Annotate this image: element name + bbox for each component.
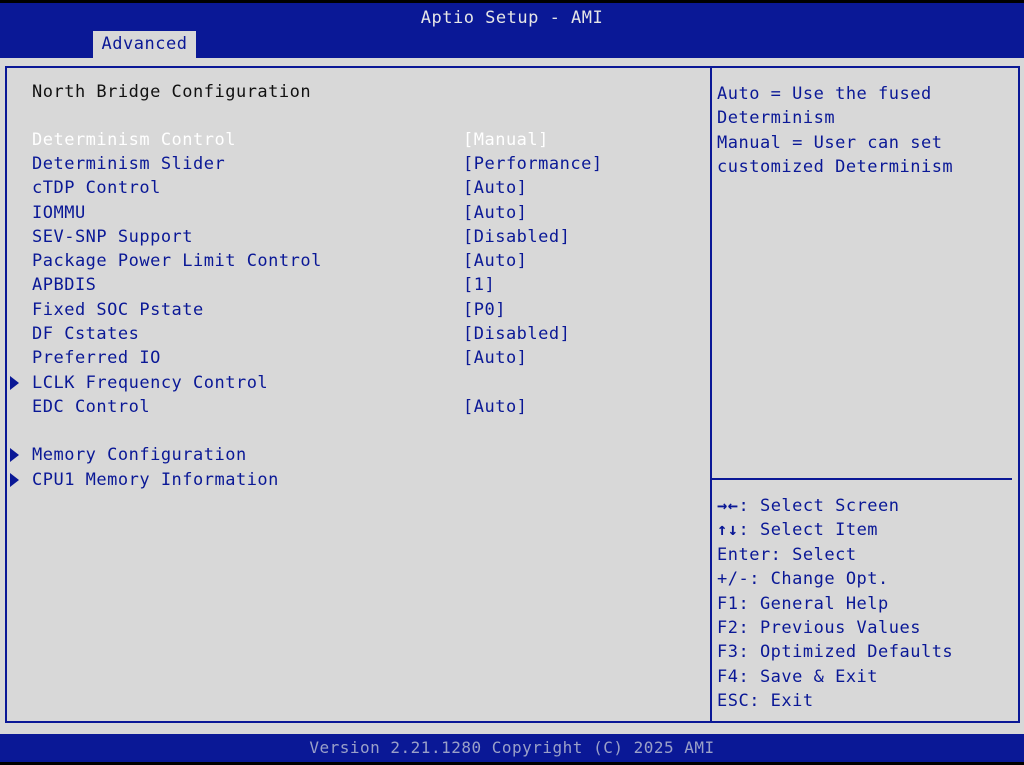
setting-value[interactable]: [Auto] [463, 348, 527, 368]
setting-value[interactable]: [Auto] [463, 178, 527, 198]
submenu-label: CPU1 Memory Information [32, 470, 279, 490]
setting-apbdis[interactable]: APBDIS [1] [0, 275, 700, 297]
key-help-f3: F3: Optimized Defaults [717, 642, 954, 663]
help-line: Determinism [717, 108, 836, 129]
key-help-f2: F2: Previous Values [717, 618, 921, 639]
key-legend: →←: Select Screen ↑↓: Select Item Enter:… [717, 494, 1012, 714]
submenu-memory-configuration[interactable]: Memory Configuration [0, 445, 700, 467]
help-line: Auto = Use the fused [717, 84, 932, 104]
setting-fixed-soc-pstate[interactable]: Fixed SOC Pstate [P0] [0, 300, 700, 322]
section-heading: North Bridge Configuration [32, 82, 312, 102]
setting-value[interactable]: [Auto] [463, 203, 527, 223]
left-right-arrows-icon: →← [717, 496, 739, 516]
setting-value[interactable]: [P0] [463, 300, 506, 320]
setting-value[interactable]: [Disabled] [463, 227, 570, 247]
setting-value[interactable]: [Auto] [463, 397, 527, 417]
setting-label: DF Cstates [32, 324, 140, 344]
setting-label: APBDIS [32, 275, 97, 295]
setting-value[interactable]: [Performance] [463, 154, 603, 174]
submenu-label: Memory Configuration [32, 445, 247, 465]
key-action: : Select Screen [738, 496, 900, 516]
setting-iommu[interactable]: IOMMU [Auto] [0, 203, 700, 225]
setting-label: EDC Control [32, 397, 151, 417]
setting-label: SEV-SNP Support [32, 227, 194, 247]
setting-label: Fixed SOC Pstate [32, 300, 204, 320]
setting-package-power-limit-control[interactable]: Package Power Limit Control [Auto] [0, 251, 700, 273]
submenu-label: LCLK Frequency Control [32, 373, 269, 393]
key-help-enter: Enter: Select [717, 544, 857, 565]
setting-edc-control[interactable]: EDC Control [Auto] [0, 397, 700, 419]
setting-label: Package Power Limit Control [32, 251, 322, 271]
setting-ctdp-control[interactable]: cTDP Control [Auto] [0, 178, 700, 200]
submenu-cpu1-memory-information[interactable]: CPU1 Memory Information [0, 470, 700, 492]
setting-value[interactable]: [Disabled] [463, 324, 570, 344]
setting-label: cTDP Control [32, 178, 161, 198]
key-help-f4: F4: Save & Exit [717, 666, 879, 687]
help-divider-horizontal [712, 478, 1012, 480]
key-help-f1: F1: General Help [717, 593, 889, 614]
version-text: Version 2.21.1280 Copyright (C) 2025 AMI [309, 738, 715, 757]
key-help-select-screen: →←: Select Screen [717, 494, 1012, 518]
submenu-arrow-icon [10, 448, 19, 462]
setting-label: IOMMU [32, 203, 86, 223]
setting-label: Determinism Control [32, 130, 236, 150]
setting-determinism-control[interactable]: Determinism Control [Manual] [0, 130, 700, 152]
submenu-arrow-icon [10, 376, 19, 390]
panel-divider-vertical [710, 66, 712, 723]
key-help-esc: ESC: Exit [717, 691, 814, 712]
submenu-lclk-frequency-control[interactable]: LCLK Frequency Control [0, 373, 700, 395]
key-action: : Select Item [738, 520, 879, 541]
setting-sev-snp-support[interactable]: SEV-SNP Support [Disabled] [0, 227, 700, 249]
help-text: Auto = Use the fused Determinism Manual … [717, 82, 1012, 180]
setting-value[interactable]: [1] [463, 275, 495, 295]
help-line: Manual = User can set [717, 132, 943, 153]
setting-label: Preferred IO [32, 348, 161, 368]
setting-value[interactable]: [Auto] [463, 251, 527, 271]
setting-df-cstates[interactable]: DF Cstates [Disabled] [0, 324, 700, 346]
setting-preferred-io[interactable]: Preferred IO [Auto] [0, 348, 700, 370]
setting-label: Determinism Slider [32, 154, 226, 174]
tab-advanced[interactable]: Advanced [93, 31, 196, 58]
window-title: Aptio Setup - AMI [420, 8, 604, 28]
submenu-arrow-icon [10, 473, 19, 487]
up-down-arrows-icon: ↑↓ [717, 520, 739, 541]
key-help-change-opt: +/-: Change Opt. [717, 569, 889, 590]
help-line: customized Determinism [717, 157, 954, 178]
key-help-select-item: ↑↓: Select Item [717, 518, 1012, 542]
bios-screen: Aptio Setup - AMI Advanced North Bridge … [0, 0, 1024, 765]
setting-value[interactable]: [Manual] [463, 130, 549, 150]
setting-determinism-slider[interactable]: Determinism Slider [Performance] [0, 154, 700, 176]
